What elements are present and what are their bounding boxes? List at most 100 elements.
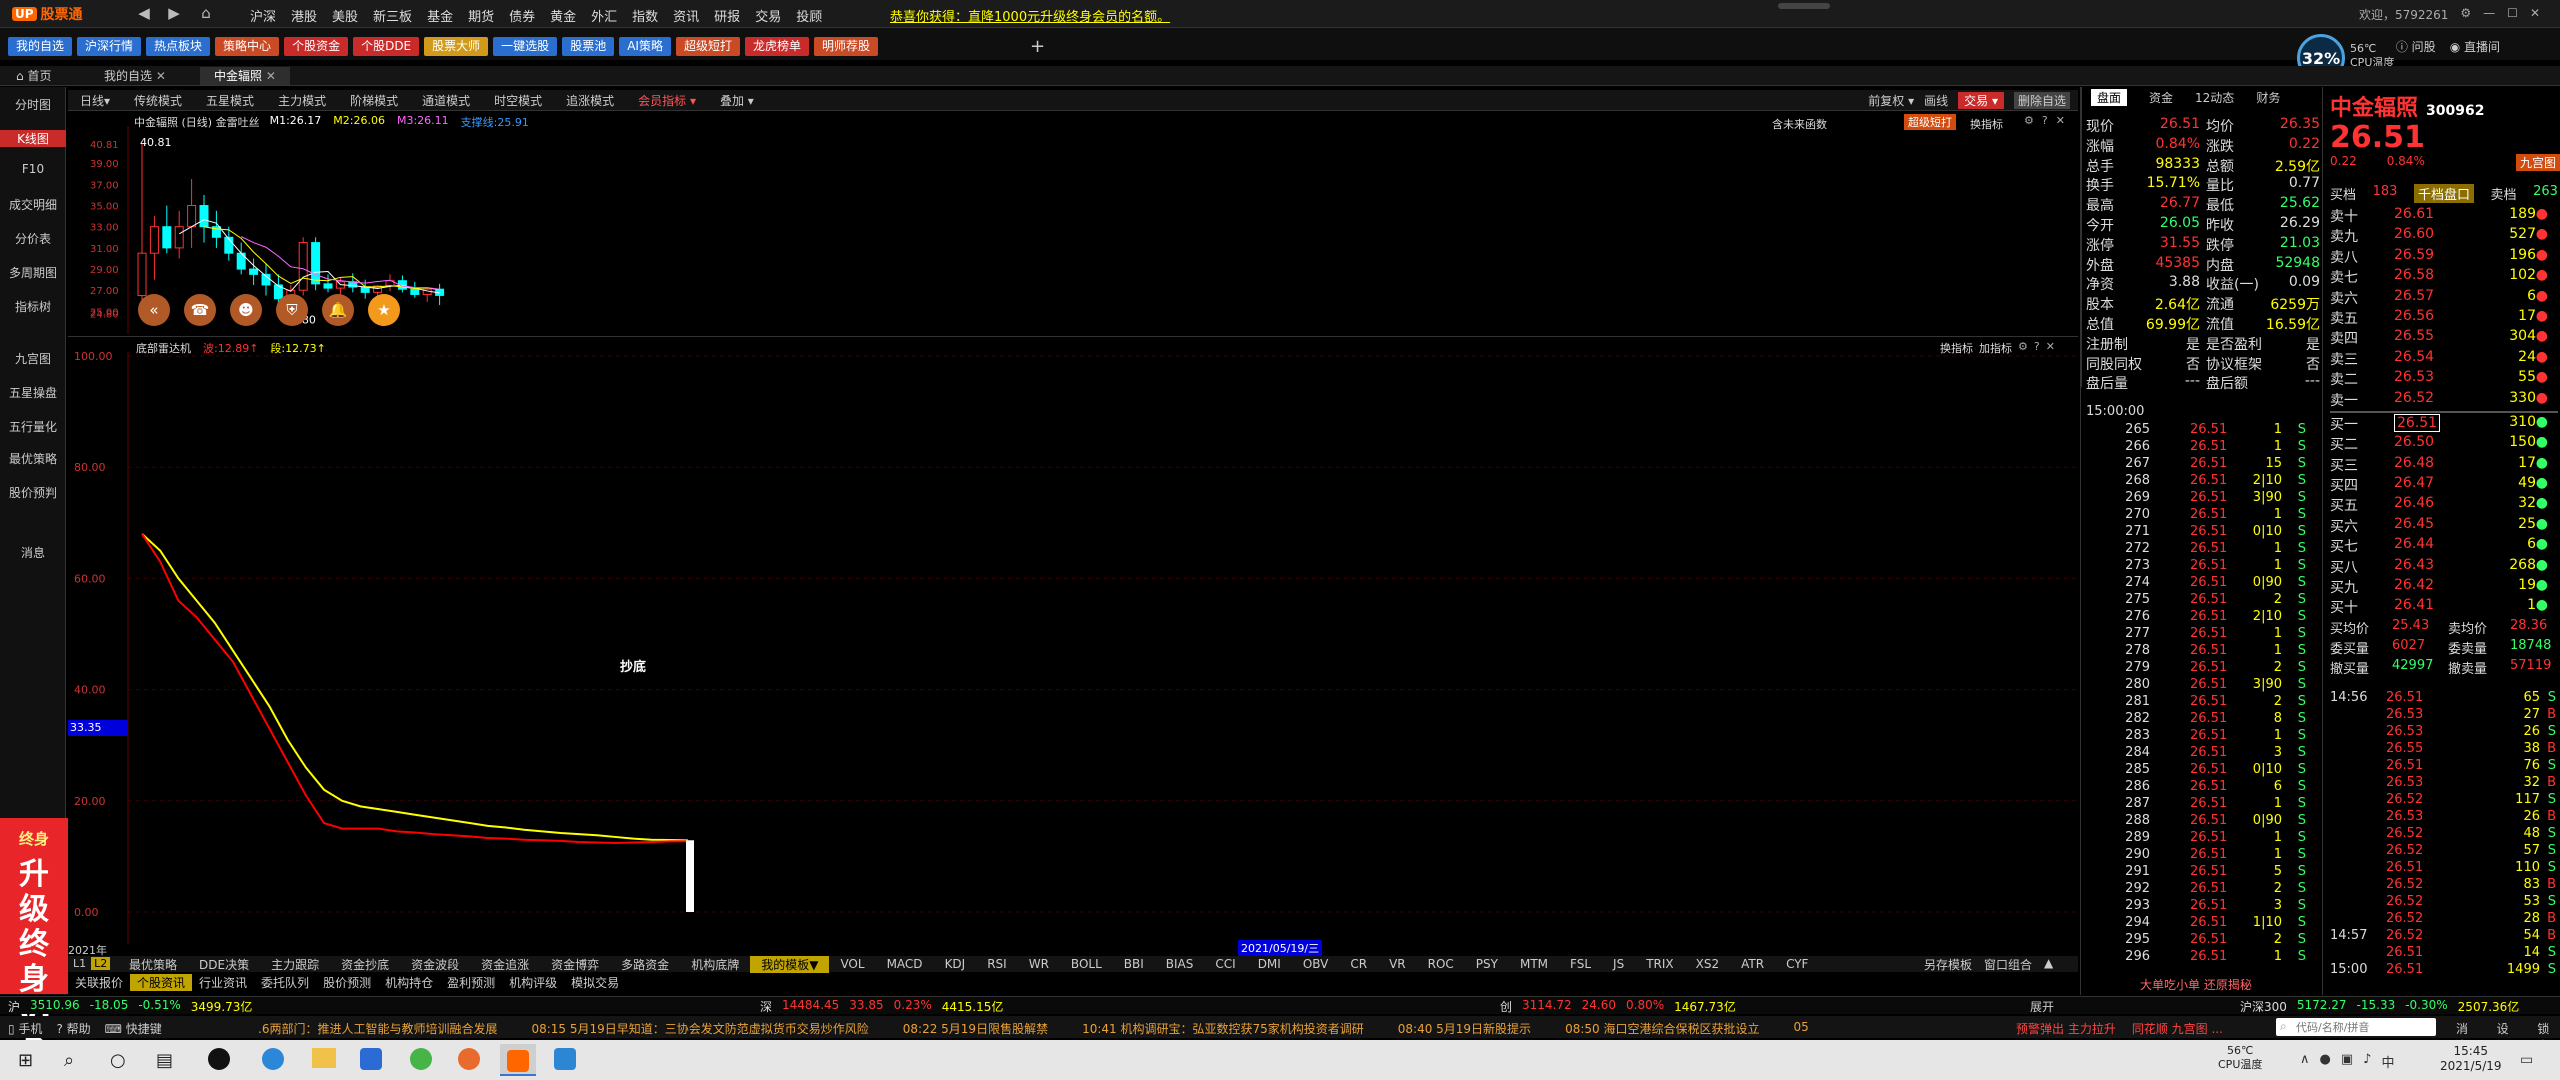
tab-home[interactable]: ⌂ 首页 <box>2 67 65 85</box>
quick-button[interactable]: 股票池 <box>562 37 615 56</box>
chart-toolbar-right-item[interactable]: 前复权 ▾ <box>1868 92 1914 109</box>
bid-row[interactable]: 买二 26.50 150 ● <box>2330 434 2558 454</box>
quick-button[interactable]: 我的自选 <box>8 37 73 56</box>
drag-handle[interactable] <box>1778 3 1830 9</box>
menu-item[interactable]: 基金 <box>427 6 453 25</box>
bid-row[interactable]: 买九 26.42 19 ● <box>2330 577 2558 597</box>
task-view-icon[interactable]: ▤ <box>156 1050 173 1071</box>
app-icon-4[interactable] <box>458 1048 480 1070</box>
news-item[interactable]: 08:40 5月19日新股提示 <box>1398 1020 1531 1037</box>
windows-start-icon[interactable]: ⊞ <box>18 1050 33 1071</box>
home-icon[interactable]: ⌂ <box>196 4 216 24</box>
ime-icon[interactable]: 中 <box>2381 1052 2394 1071</box>
info-tab[interactable]: 行业资讯 <box>192 974 254 991</box>
clock[interactable]: 15:45 2021/5/19 <box>2440 1044 2502 1074</box>
quote-tab[interactable]: 盘面 <box>2091 88 2128 106</box>
news-item[interactable]: 05 <box>1793 1020 1808 1037</box>
left-tool-item[interactable]: 五星操盘 <box>0 384 66 401</box>
shortcut-button[interactable]: ⌨ 快捷键 <box>105 1020 162 1037</box>
left-tool-item[interactable]: 消息 <box>0 544 66 561</box>
chart-mode-item[interactable]: 传统模式 <box>134 92 182 109</box>
tab-watchlist[interactable]: 我的自选 ✕ <box>90 67 180 85</box>
menu-item[interactable]: 外汇 <box>591 6 617 25</box>
bottom-tab[interactable]: 我的模板▼ <box>750 955 830 973</box>
quick-button[interactable]: AI策略 <box>619 37 671 56</box>
left-tool-item[interactable]: 股价预判 <box>0 484 66 501</box>
info-tab[interactable]: 机构评级 <box>502 974 564 991</box>
chart-mode-item[interactable]: 叠加 ▾ <box>720 92 754 109</box>
ask-row[interactable]: 卖六 26.57 6 ● <box>2330 288 2558 308</box>
ask-row[interactable]: 卖三 26.54 24 ● <box>2330 349 2558 369</box>
volume-icon[interactable]: ♪ <box>2363 1052 2371 1071</box>
quick-button[interactable]: 策略中心 <box>215 37 280 56</box>
bottom-tab-right[interactable]: 窗口组合 <box>1984 956 2032 973</box>
info-tab[interactable]: 委托队列 <box>254 974 316 991</box>
info-tab[interactable]: 股价预测 <box>316 974 378 991</box>
help-button[interactable]: ? 帮助 <box>56 1020 90 1037</box>
ask-row[interactable]: 卖八 26.59 196 ● <box>2330 247 2558 267</box>
star-icon[interactable]: ★ <box>368 294 400 326</box>
app-icon-2[interactable] <box>360 1048 382 1070</box>
chart-mode-item[interactable]: 主力模式 <box>278 92 326 109</box>
quick-button[interactable]: 股票大师 <box>424 37 489 56</box>
user-label[interactable]: 欢迎，5792261 <box>2359 6 2448 23</box>
info-tab[interactable]: 模拟交易 <box>564 974 626 991</box>
left-tool-item[interactable]: 分时图 <box>0 96 66 113</box>
bottom-tab[interactable]: BIAS <box>1155 957 1205 971</box>
ask-row[interactable]: 卖九 26.60 527 ● <box>2330 226 2558 246</box>
bottom-tab[interactable]: VR <box>1378 957 1417 971</box>
bottom-tab[interactable]: 资金追涨 <box>470 956 540 973</box>
news-item[interactable]: 08:22 5月19日限售股解禁 <box>903 1020 1048 1037</box>
back-icon[interactable]: ◀ <box>134 4 154 24</box>
ask-row[interactable]: 卖十 26.61 189 ● <box>2330 206 2558 226</box>
quote-tab[interactable]: 12动态 <box>2195 89 2234 106</box>
tray-arrow-icon[interactable]: ∧ <box>2300 1052 2310 1071</box>
menu-item[interactable]: 债券 <box>509 6 535 25</box>
chart-mode-item[interactable]: 通道模式 <box>422 92 470 109</box>
ask-stock-button[interactable]: ⓘ 问股 <box>2396 38 2436 55</box>
info-tab[interactable]: 个股资讯 <box>130 973 193 991</box>
chart-toolbar-right-item[interactable]: 交易 ▾ <box>1958 92 2004 109</box>
bottom-tab[interactable]: JS <box>1602 957 1635 971</box>
left-tool-item[interactable]: 指标树 <box>0 298 66 315</box>
menu-item[interactable]: 资讯 <box>673 6 699 25</box>
bottom-tab[interactable]: CCI <box>1204 957 1246 971</box>
expand-button[interactable]: 展开 <box>2030 998 2054 1015</box>
ask-row[interactable]: 卖二 26.53 55 ● <box>2330 369 2558 389</box>
bid-row[interactable]: 买十 26.41 1 ● <box>2330 597 2558 617</box>
quote-tab[interactable]: 资金 <box>2149 89 2173 106</box>
bottom-tab[interactable]: CYF <box>1775 957 1819 971</box>
quick-button[interactable]: 沪深行情 <box>77 37 142 56</box>
chart-mode-item[interactable]: 会员指标 ▾ <box>638 92 696 109</box>
menu-item[interactable]: 港股 <box>291 6 317 25</box>
bottom-tab[interactable]: RSI <box>976 957 1018 971</box>
app-icon[interactable] <box>208 1048 230 1070</box>
bottom-tab[interactable]: DMI <box>1247 957 1292 971</box>
indicator-chart[interactable]: 100.00 80.00 60.00 40.00 20.00 0.00 <box>68 352 2078 944</box>
chart-mode-item[interactable]: 五星模式 <box>206 92 254 109</box>
folder-icon[interactable] <box>312 1048 336 1068</box>
news-item[interactable]: .6两部门：推进人工智能与教师培训融合发展 <box>258 1020 497 1037</box>
bottom-tab[interactable]: 资金波段 <box>400 956 470 973</box>
tray-app-icon[interactable]: ● <box>2320 1052 2331 1071</box>
bottom-tab[interactable]: PSY <box>1465 957 1509 971</box>
quick-button[interactable]: 明师荐股 <box>813 37 878 56</box>
bottom-tab[interactable]: 最优策略 <box>118 956 188 973</box>
info-tab[interactable]: 盈利预测 <box>440 974 502 991</box>
stock-app-active[interactable] <box>500 1044 536 1076</box>
chart-mode-item[interactable]: 阶梯模式 <box>350 92 398 109</box>
bottom-tab[interactable]: ATR <box>1730 957 1775 971</box>
minimize-icon[interactable]: — <box>2483 6 2495 23</box>
bottom-tab[interactable]: 资金博弈 <box>540 956 610 973</box>
collapse-icon[interactable]: « <box>138 294 170 326</box>
tab-stock[interactable]: 中金辐照 ✕ <box>200 67 290 85</box>
orderbook-mode-button[interactable]: 千档盘口 <box>2413 184 2474 203</box>
chart-toolbar-right-item[interactable]: 画线 <box>1924 92 1948 109</box>
bottom-tab[interactable]: KDJ <box>934 957 977 971</box>
chart-mode-item[interactable]: 时空模式 <box>494 92 542 109</box>
ask-row[interactable]: 卖一 26.52 330 ● <box>2330 390 2558 410</box>
tab-close-icon[interactable]: ✕ <box>156 69 166 83</box>
news-item[interactable]: 10:41 机构调研宝：弘亚数控获75家机构投资者调研 <box>1082 1020 1364 1037</box>
app-icon-5[interactable] <box>554 1048 576 1070</box>
quote-tab[interactable]: 财务 <box>2256 89 2280 106</box>
